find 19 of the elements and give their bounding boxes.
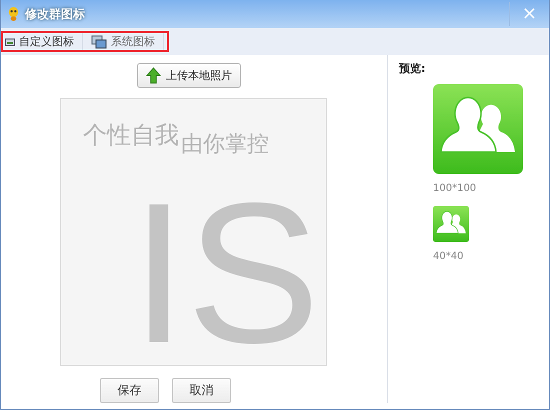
tab-label: 自定义图标 [19, 34, 74, 49]
group-icon [433, 206, 469, 242]
upload-button[interactable]: 上传本地照片 [137, 63, 241, 88]
dialog-button[interactable]: 取消 [172, 378, 231, 403]
slogan-text: 由你掌控 [181, 131, 269, 159]
preview-label: 预览: [399, 61, 426, 76]
up-arrow-icon [146, 67, 161, 84]
dialog-button[interactable]: 保存 [100, 378, 159, 403]
group-icon [433, 84, 523, 174]
tab[interactable]: 自定义图标 [3, 32, 83, 52]
image-icon [5, 36, 15, 46]
window-title: 修改群图标 [25, 6, 85, 22]
size-caption: 40*40 [433, 251, 464, 262]
windows-icon [91, 34, 107, 48]
penguin-icon [7, 6, 20, 22]
tab[interactable]: 系统图标 [83, 32, 164, 52]
slogan-text: 个性自我 [83, 120, 179, 151]
size-caption: 100*100 [433, 183, 478, 194]
tab-label: 系统图标 [111, 34, 155, 49]
